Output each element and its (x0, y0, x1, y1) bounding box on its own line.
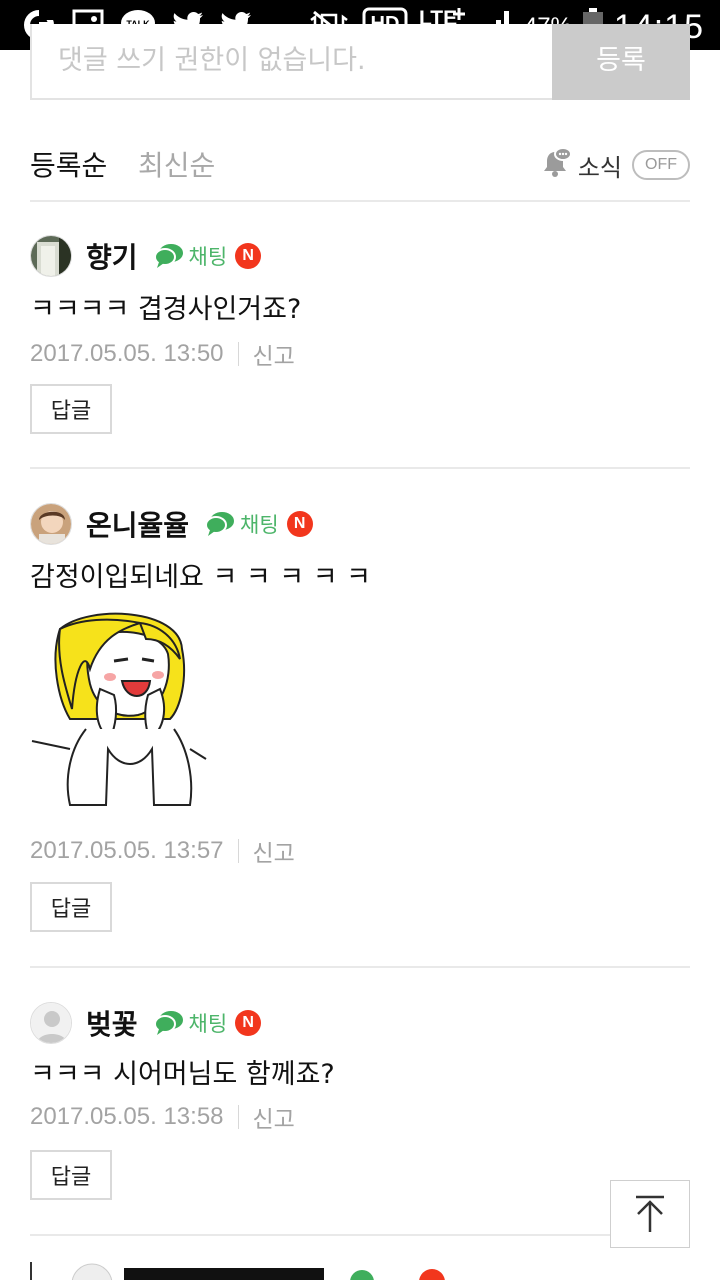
chat-link[interactable]: 채팅 (205, 509, 279, 539)
notify-toggle-group[interactable]: 소식 OFF (540, 146, 690, 184)
new-badge: N (286, 511, 313, 537)
avatar[interactable] (30, 235, 72, 277)
comment-header: 온니율율 채팅 N (30, 501, 313, 547)
comment-item: 온니율율 채팅 N 감정이입되네요 ㅋ ㅋ ㅋ ㅋ ㅋ 2017.05.05. … (30, 501, 690, 968)
avatar[interactable] (30, 1002, 72, 1044)
submit-button[interactable]: 등록 (552, 24, 690, 100)
reply-button[interactable]: 답글 (30, 384, 112, 434)
tab-latest-order[interactable]: 최신순 (138, 144, 215, 184)
divider (237, 1105, 239, 1129)
nickname[interactable]: 온니율율 (86, 504, 189, 544)
nickname[interactable]: 벚꽃 (86, 1003, 138, 1043)
comment-date: 2017.05.05. 13:50 (30, 340, 224, 367)
arrow-up-icon (636, 1195, 664, 1232)
chat-label: 채팅 (240, 513, 279, 537)
divider (237, 839, 239, 863)
comment-date: 2017.05.05. 13:58 (30, 1103, 224, 1130)
comment-header: 벚꽃 채팅 N (30, 1000, 262, 1046)
avatar[interactable] (30, 503, 72, 545)
tab-registered-order[interactable]: 등록순 (30, 144, 107, 184)
new-badge: N (235, 1010, 262, 1036)
sort-bar: 등록순 최신순 소식 OFF (30, 138, 690, 202)
comment-input[interactable]: 댓글 쓰기 권한이 없습니다. (58, 38, 366, 77)
scroll-to-top-button[interactable] (610, 1180, 690, 1248)
comment-date: 2017.05.05. 13:57 (30, 837, 224, 864)
comment-item: 벚꽃 채팅 N ㅋㅋㅋ 시어머님도 함께죠? 2017.05.05. 13:58… (30, 1000, 690, 1236)
comment-item-partial (30, 1262, 690, 1280)
sticker-image (30, 609, 220, 809)
notify-off-toggle[interactable]: OFF (632, 150, 690, 180)
reply-button[interactable]: 답글 (30, 1150, 112, 1200)
comment-header: 향기 채팅 N (30, 233, 262, 279)
bell-chat-icon (540, 146, 574, 184)
comment-text: 감정이입되네요 ㅋ ㅋ ㅋ ㅋ ㅋ (30, 562, 371, 593)
report-link[interactable]: 신고 (253, 337, 295, 371)
comment-input-box: 댓글 쓰기 권한이 없습니다. 등록 (30, 24, 690, 100)
comment-item: 향기 채팅 N ㅋㅋㅋㅋ 겹경사인거죠? 2017.05.05. 13:50 신… (30, 233, 690, 469)
chat-bubble-icon (153, 244, 183, 268)
chat-label: 채팅 (188, 1012, 228, 1036)
comment-meta: 2017.05.05. 13:58 신고 (30, 1100, 295, 1134)
reply-button[interactable]: 답글 (30, 882, 112, 932)
comment-meta: 2017.05.05. 13:50 신고 (30, 337, 295, 371)
notify-label: 소식 (577, 153, 622, 182)
comment-text: ㅋㅋㅋ 시어머님도 함께죠? (30, 1059, 335, 1090)
report-link[interactable]: 신고 (253, 1100, 295, 1134)
nickname[interactable]: 향기 (86, 236, 138, 276)
chat-label: 채팅 (188, 245, 228, 269)
new-badge: N (235, 243, 262, 269)
partial-comment-header (71, 1263, 445, 1280)
chat-link[interactable]: 채팅 (153, 241, 228, 271)
comment-text: ㅋㅋㅋㅋ 겹경사인거죠? (30, 294, 302, 325)
chat-bubble-icon (153, 1011, 183, 1035)
chat-link[interactable]: 채팅 (153, 1008, 228, 1038)
divider (237, 342, 239, 366)
report-link[interactable]: 신고 (253, 834, 295, 868)
chat-bubble-icon (205, 512, 235, 536)
comment-meta: 2017.05.05. 13:57 신고 (30, 834, 295, 868)
